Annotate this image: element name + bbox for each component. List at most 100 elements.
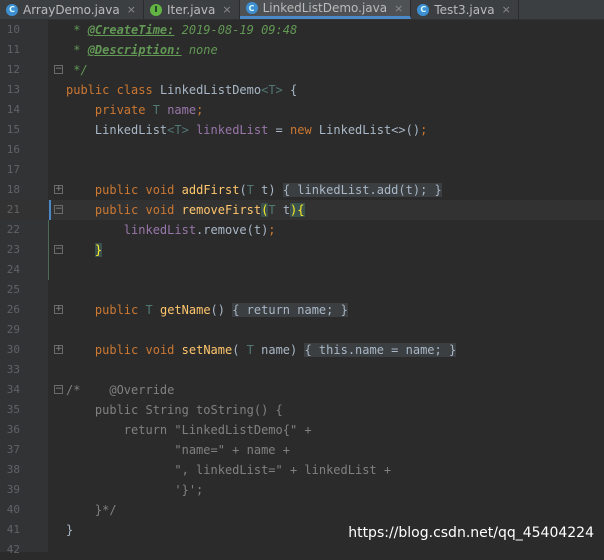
tab-arraydemo[interactable]: C ArrayDemo.java × — [0, 0, 144, 19]
close-icon[interactable]: × — [502, 3, 511, 16]
keyword: public — [66, 83, 110, 97]
line-number: 39 — [6, 483, 20, 496]
folded-code-chip[interactable]: { return name; } — [232, 303, 348, 317]
type-param: T — [268, 203, 276, 217]
code-line: 30 public void setName( T name) { this.n… — [0, 340, 604, 360]
tab-label: ArrayDemo.java — [23, 2, 120, 17]
param: t) — [253, 183, 283, 197]
code-line-current: 21 public void removeFirst(T t){ — [0, 200, 604, 220]
code-line: 18 public void addFirst(T t) { linkedLis… — [0, 180, 604, 200]
paren: ( — [239, 183, 247, 197]
code-line: 11 * @Description: none — [0, 40, 604, 60]
code-text: /* @Override — [66, 383, 175, 397]
code-text: } — [66, 240, 103, 260]
keyword: void — [145, 343, 175, 357]
code-editor[interactable]: 10 * @CreateTime: 2019-08-19 09:48 11 * … — [0, 20, 604, 556]
line-number: 33 — [6, 363, 20, 376]
param: () — [210, 303, 233, 317]
code-line: 25 — [0, 280, 604, 300]
paren: ( — [232, 343, 247, 357]
folded-code-chip[interactable]: { this.name = name; } — [304, 343, 457, 357]
type-name: LinkedList — [94, 123, 168, 137]
tab-linkedlistdemo[interactable]: C LinkedListDemo.java × — [239, 0, 412, 19]
brace: { — [282, 83, 298, 97]
line-number: 29 — [6, 323, 20, 336]
javadoc-tag: @Description: — [87, 43, 182, 57]
code-line: 39 '}'; — [0, 480, 604, 500]
code-line: 24 — [0, 260, 604, 280]
tab-iter[interactable]: I Iter.java × — [144, 0, 240, 19]
line-number: 22 — [6, 223, 20, 236]
operator: = — [268, 123, 291, 137]
type-param: T — [152, 103, 160, 117]
line-number: 34 — [6, 383, 20, 396]
fold-expand-icon[interactable] — [54, 185, 63, 194]
fold-collapse-icon[interactable] — [54, 65, 63, 74]
line-number: 17 — [6, 163, 20, 176]
doc-comment: 2019-08-19 09:48 — [174, 23, 298, 37]
code-text: ", linkedList=" + linkedList + — [66, 463, 392, 477]
keyword: void — [145, 203, 175, 217]
code-line: 16 — [0, 140, 604, 160]
line-number: 35 — [6, 403, 20, 416]
param: t — [275, 203, 291, 217]
close-icon[interactable]: × — [127, 3, 136, 16]
code-text: "name=" + name + — [66, 443, 290, 457]
code-text: LinkedList<T> linkedList = new LinkedLis… — [66, 120, 427, 140]
folded-code-chip[interactable]: { linkedList.add(t); } — [282, 183, 442, 197]
line-number: 13 — [6, 83, 20, 96]
type-param: T — [145, 303, 153, 317]
close-icon[interactable]: × — [394, 2, 403, 15]
line-number: 42 — [6, 543, 20, 556]
tab-test3[interactable]: C Test3.java × — [411, 0, 519, 19]
field: linkedList — [196, 123, 269, 137]
code-text: public void removeFirst(T t){ — [66, 200, 305, 220]
code-line: 42 — [0, 540, 604, 560]
line-number: 16 — [6, 143, 20, 156]
doc-comment: * — [66, 23, 88, 37]
keyword: class — [116, 83, 153, 97]
code-line: 14 private T name; — [0, 100, 604, 120]
fold-collapse-icon[interactable] — [54, 205, 63, 214]
class-icon: C — [6, 3, 18, 16]
code-line: 26 public T getName() { return name; } — [0, 300, 604, 320]
code-line: 13 public class LinkedListDemo<T> { — [0, 80, 604, 100]
fold-collapse-icon[interactable] — [54, 385, 63, 394]
line-number: 24 — [6, 263, 20, 276]
type-param: T — [246, 343, 254, 357]
code-text: }*/ — [66, 503, 117, 517]
code-line: 10 * @CreateTime: 2019-08-19 09:48 — [0, 20, 604, 40]
code-text: public void setName( T name) { this.name… — [66, 340, 457, 360]
caret-marker — [49, 200, 51, 220]
code-text: public T getName() { return name; } — [66, 300, 348, 320]
tab-label: Iter.java — [166, 2, 216, 17]
code-text: } — [66, 523, 74, 537]
keyword: private — [94, 103, 146, 117]
keyword: public — [94, 183, 139, 197]
line-number: 30 — [6, 343, 20, 356]
code-line: 29 — [0, 320, 604, 340]
close-icon[interactable]: × — [222, 3, 231, 16]
line-number: 41 — [6, 523, 20, 536]
expression: .remove(t) — [196, 223, 269, 237]
class-name: LinkedListDemo — [159, 83, 262, 97]
fold-collapse-icon[interactable] — [54, 245, 63, 254]
matched-brace: { — [297, 203, 305, 217]
line-number: 18 — [6, 183, 20, 196]
keyword: void — [145, 183, 175, 197]
line-number: 26 — [6, 303, 20, 316]
fold-expand-icon[interactable] — [54, 305, 63, 314]
code-text: '}'; — [66, 483, 204, 497]
code-line: 38 ", linkedList=" + linkedList + — [0, 460, 604, 480]
line-number: 23 — [6, 243, 20, 256]
fold-expand-icon[interactable] — [54, 345, 63, 354]
code-text: public void addFirst(T t) { linkedList.a… — [66, 180, 442, 200]
code-line: 17 — [0, 160, 604, 180]
tab-label: LinkedListDemo.java — [262, 1, 388, 15]
type-param: <T> — [261, 83, 283, 97]
code-text: * @CreateTime: 2019-08-19 09:48 — [66, 20, 297, 40]
code-line: 15 LinkedList<T> linkedList = new Linked… — [0, 120, 604, 140]
code-text: linkedList.remove(t); — [66, 220, 276, 240]
field: linkedList — [123, 223, 197, 237]
code-text: private T name; — [66, 100, 203, 120]
